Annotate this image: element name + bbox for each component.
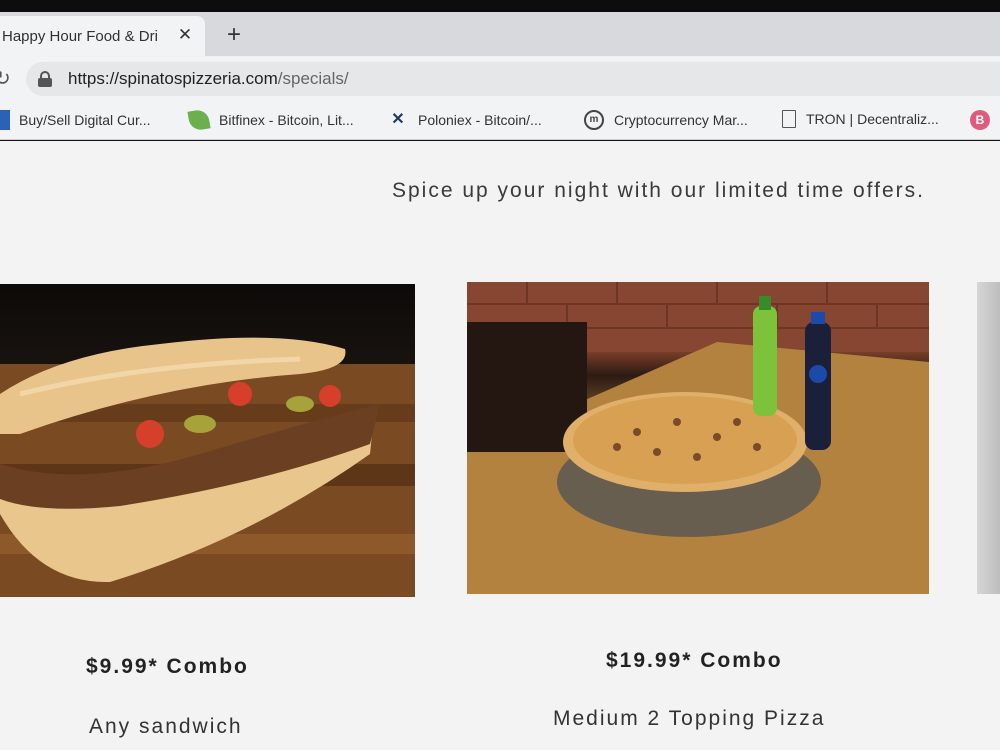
document-icon — [782, 110, 796, 128]
pizza-illustration — [467, 282, 929, 594]
tab-strip: Happy Hour Food & Dri ✕ + — [0, 12, 1000, 56]
browser-tab[interactable]: Happy Hour Food & Dri ✕ — [0, 16, 205, 56]
new-tab-button[interactable]: + — [220, 22, 248, 50]
b-circle-icon: B — [970, 110, 990, 130]
bookmark-poloniex[interactable]: ✕ Poloniex - Bitcoin/... — [388, 110, 542, 130]
coinmarketcap-icon: m — [584, 110, 604, 130]
tab-title: Happy Hour Food & Dri — [2, 27, 158, 45]
page-content: Spice up your night with our limited tim… — [0, 141, 1000, 750]
bookmarks-bar: Buy/Sell Digital Cur... Bitfinex - Bitco… — [0, 102, 1000, 140]
special-description: Medium 2 Topping Pizza — [553, 707, 826, 730]
special-price: $19.99* Combo — [606, 649, 783, 672]
bookmark-label: Bitfinex - Bitcoin, Lit... — [219, 112, 354, 128]
close-icon[interactable]: ✕ — [174, 24, 196, 46]
leaf-icon — [187, 108, 211, 132]
bookmark-b[interactable]: B — [970, 110, 990, 130]
lock-icon[interactable] — [38, 71, 52, 87]
sandwich-photo[interactable] — [0, 284, 415, 597]
bookmark-label: Cryptocurrency Mar... — [614, 112, 748, 128]
bookmark-label: TRON | Decentraliz... — [806, 111, 939, 127]
url-path: /specials/ — [277, 69, 349, 88]
reload-icon[interactable]: ↻ — [0, 66, 11, 91]
special-description: Any sandwich — [89, 715, 243, 738]
url-text[interactable]: https://spinatospizzeria.com/specials/ — [68, 69, 349, 89]
square-blue-icon — [0, 110, 10, 130]
pizza-photo[interactable] — [467, 282, 929, 594]
poloniex-x-icon: ✕ — [391, 111, 405, 128]
bookmark-buy-sell[interactable]: Buy/Sell Digital Cur... — [0, 110, 151, 130]
page-tagline: Spice up your night with our limited tim… — [392, 179, 925, 202]
bookmark-bitfinex[interactable]: Bitfinex - Bitcoin, Lit... — [187, 108, 354, 132]
bookmark-label: Buy/Sell Digital Cur... — [19, 112, 151, 128]
address-bar[interactable]: https://spinatospizzeria.com/specials/ — [26, 62, 1000, 96]
sandwich-illustration — [0, 337, 415, 597]
next-photo-edge — [977, 282, 1000, 594]
special-price: $9.99* Combo — [86, 655, 249, 678]
browser-toolbar: ↻ https://spinatospizzeria.com/specials/ — [0, 56, 1000, 102]
bookmark-label: Poloniex - Bitcoin/... — [418, 112, 542, 128]
bookmark-tron[interactable]: TRON | Decentraliz... — [782, 110, 939, 128]
url-host: https://spinatospizzeria.com — [68, 69, 278, 88]
bookmark-cryptocurrency[interactable]: m Cryptocurrency Mar... — [584, 110, 748, 130]
